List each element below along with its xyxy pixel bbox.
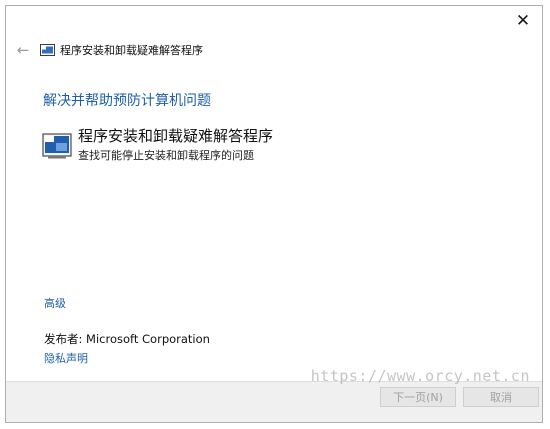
- close-icon: ✕: [515, 11, 531, 31]
- close-button[interactable]: ✕: [512, 10, 534, 32]
- title-bar: ← 程序安装和卸载疑难解答程序: [14, 42, 203, 58]
- privacy-link[interactable]: 隐私声明: [44, 350, 88, 366]
- advanced-link[interactable]: 高级: [44, 295, 66, 311]
- window-title: 程序安装和卸载疑难解答程序: [60, 44, 203, 57]
- troubleshooter-window: ✕ ← 程序安装和卸载疑难解答程序 解决并帮助预防计算机问题 程序安装和卸载疑难…: [5, 5, 543, 423]
- watermark: https://www.orcy.net.cn: [310, 367, 530, 385]
- troubleshooter-description: 查找可能停止安装和卸载程序的问题: [78, 149, 254, 162]
- publisher-value: Microsoft Corporation: [86, 332, 210, 346]
- troubleshooter-item[interactable]: 程序安装和卸载疑难解答程序 查找可能停止安装和卸载程序的问题: [42, 127, 273, 163]
- next-button[interactable]: 下一页(N): [380, 387, 456, 407]
- arrow-left-icon: ←: [16, 41, 30, 59]
- publisher-info: 发布者: Microsoft Corporation: [44, 331, 210, 347]
- troubleshooter-icon: [40, 44, 55, 56]
- back-button[interactable]: ←: [14, 42, 32, 58]
- publisher-label: 发布者:: [44, 332, 83, 346]
- program-install-icon: [42, 133, 72, 159]
- cancel-button[interactable]: 取消: [463, 387, 539, 407]
- troubleshooter-title: 程序安装和卸载疑难解答程序: [78, 127, 274, 145]
- page-heading: 解决并帮助预防计算机问题: [43, 93, 211, 109]
- footer-bar: [6, 381, 542, 422]
